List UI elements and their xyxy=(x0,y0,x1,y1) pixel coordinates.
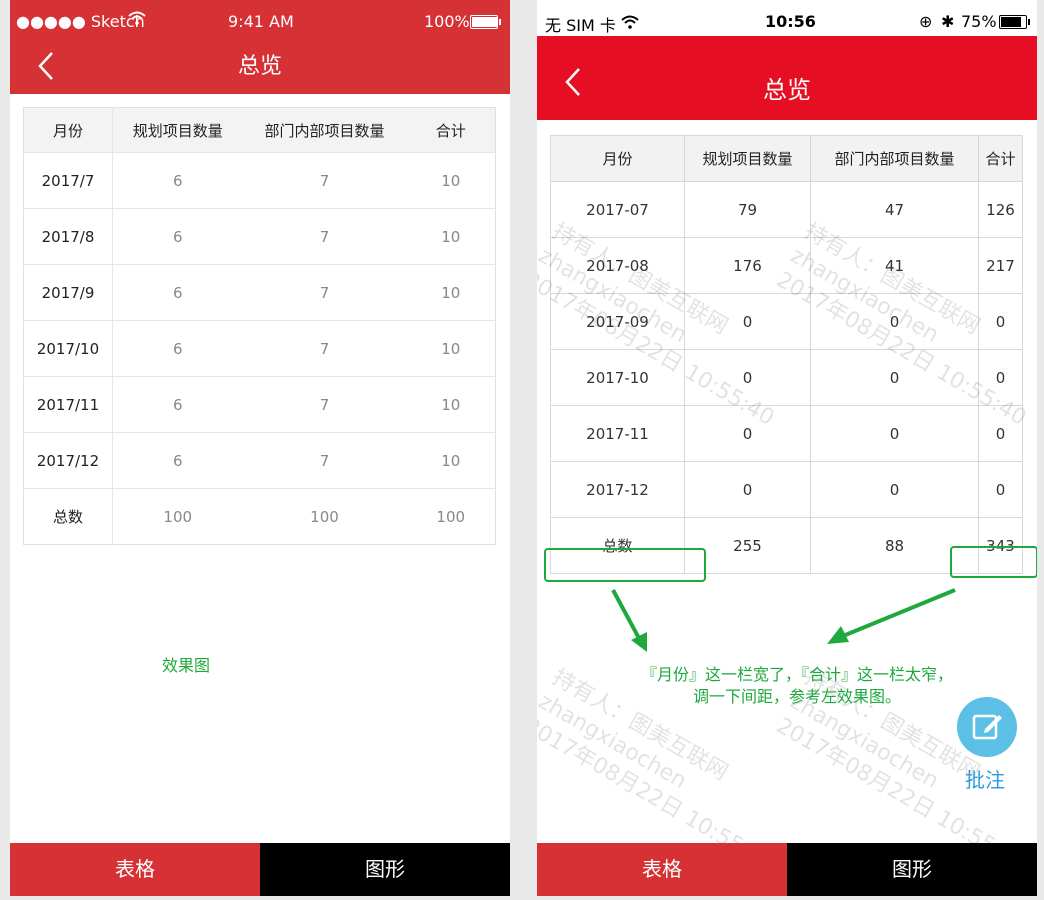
annotation-line: 调一下间距，参考左效果图。 xyxy=(692,687,901,706)
tab-table[interactable]: 表格 xyxy=(10,843,260,896)
annotation-note: 『月份』这一栏宽了，『合计』这一栏太窄， 调一下间距，参考左效果图。 xyxy=(587,664,1007,708)
left-status-bar: ●●●●● Sketch 9:41 AM 100% xyxy=(10,6,510,36)
right-time: 10:56 xyxy=(765,12,816,31)
total-column-highlight xyxy=(950,546,1037,578)
cell-planned: 6 xyxy=(112,320,243,377)
cell-internal: 7 xyxy=(242,152,407,209)
cell-month: 2017-12 xyxy=(550,461,685,518)
cell-total: 126 xyxy=(978,181,1023,238)
header-total: 合计 xyxy=(978,135,1023,182)
right-carrier: 无 SIM 卡 xyxy=(545,16,616,35)
cell-planned: 6 xyxy=(112,264,243,321)
battery-fill xyxy=(472,17,498,27)
tab-table[interactable]: 表格 xyxy=(537,843,787,896)
cell-total: 10 xyxy=(406,152,496,209)
cell-planned: 100 xyxy=(112,488,243,545)
left-carrier: ●●●●● Sketch xyxy=(16,12,145,31)
left-phone-screen: ●●●●● Sketch 9:41 AM 100% 总览 月份 规划项目数量 部… xyxy=(10,0,510,896)
tab-chart[interactable]: 图形 xyxy=(787,843,1037,896)
header-month: 月份 xyxy=(23,107,113,153)
cell-month: 总数 xyxy=(23,488,113,545)
cell-planned: 6 xyxy=(112,208,243,265)
table-header-row: 月份 规划项目数量 部门内部项目数量 合计 xyxy=(550,135,1023,182)
table-row: 2017/7 6 7 10 xyxy=(23,152,496,209)
header-month: 月份 xyxy=(550,135,685,182)
cell-total: 10 xyxy=(406,264,496,321)
cell-month: 2017/12 xyxy=(23,432,113,489)
annotate-label[interactable]: 批注 xyxy=(965,764,1005,793)
cell-internal: 7 xyxy=(242,320,407,377)
cell-month: 2017-11 xyxy=(550,405,685,462)
cell-total: 10 xyxy=(406,376,496,433)
cell-internal: 7 xyxy=(242,432,407,489)
cell-total: 0 xyxy=(978,461,1023,518)
effect-label: 效果图 xyxy=(162,656,211,675)
cell-total: 10 xyxy=(406,432,496,489)
cell-planned: 79 xyxy=(684,181,811,238)
cell-internal: 7 xyxy=(242,264,407,321)
cell-total: 217 xyxy=(978,237,1023,294)
cell-internal: 7 xyxy=(242,376,407,433)
cell-internal: 47 xyxy=(810,181,979,238)
header-internal: 部门内部项目数量 xyxy=(242,107,407,153)
table-row: 2017/10 6 7 10 xyxy=(23,320,496,377)
right-status-bar: 无 SIM 卡 10:56 ✱ ⊕ 75% xyxy=(537,0,1037,36)
table-header-row: 月份 规划项目数量 部门内部项目数量 合计 xyxy=(23,107,496,153)
arrow-icon xyxy=(611,588,956,652)
cell-total: 10 xyxy=(406,320,496,377)
cell-month: 2017/7 xyxy=(23,152,113,209)
cell-planned: 6 xyxy=(112,432,243,489)
table-row: 2017/12 6 7 10 xyxy=(23,432,496,489)
header-internal: 部门内部项目数量 xyxy=(810,135,979,182)
page-title: 总览 xyxy=(763,76,811,104)
cell-total: 100 xyxy=(406,488,496,545)
annotate-button[interactable] xyxy=(957,697,1017,757)
cell-planned: 6 xyxy=(112,152,243,209)
header-total: 合计 xyxy=(406,107,496,153)
cell-internal: 100 xyxy=(242,488,407,545)
right-battery-percent: 75% xyxy=(961,12,997,31)
header-planned: 规划项目数量 xyxy=(112,107,243,153)
cell-month: 2017/9 xyxy=(23,264,113,321)
cell-total: 10 xyxy=(406,208,496,265)
wifi-icon xyxy=(128,10,146,29)
table-row: 2017/11 6 7 10 xyxy=(23,376,496,433)
table-row: 2017-11 0 0 0 xyxy=(550,405,1023,462)
left-time: 9:41 AM xyxy=(228,12,294,31)
right-phone-screen: 无 SIM 卡 10:56 ✱ ⊕ 75% 总览 月份 规划项目数量 部门内部项… xyxy=(537,0,1037,896)
header-planned: 规划项目数量 xyxy=(684,135,811,182)
cell-internal: 0 xyxy=(810,461,979,518)
left-summary-table: 月份 规划项目数量 部门内部项目数量 合计 2017/7 6 7 10 2017/8 6… xyxy=(23,107,496,545)
table-total-row: 总数 100 100 100 xyxy=(23,488,496,545)
cell-internal: 0 xyxy=(810,405,979,462)
month-column-highlight xyxy=(544,548,706,582)
cell-month: 2017/11 xyxy=(23,376,113,433)
left-battery-percent: 100% xyxy=(424,12,470,31)
edit-icon xyxy=(972,714,1002,740)
wifi-icon xyxy=(621,14,639,33)
page-title: 总览 xyxy=(237,54,282,79)
battery-fill xyxy=(1001,17,1021,27)
cell-planned: 0 xyxy=(684,461,811,518)
annotation-line: 『月份』这一栏宽了，『合计』这一栏太窄， xyxy=(640,665,953,684)
battery-icon xyxy=(999,15,1030,29)
cell-internal: 7 xyxy=(242,208,407,265)
rotation-lock-icon: ⊕ xyxy=(919,12,933,31)
cell-month: 2017/10 xyxy=(23,320,113,377)
table-row: 2017-07 79 47 126 xyxy=(550,181,1023,238)
bluetooth-icon: ✱ xyxy=(941,12,955,31)
table-row: 2017/9 6 7 10 xyxy=(23,264,496,321)
tab-chart[interactable]: 图形 xyxy=(260,843,510,896)
cell-month: 2017/8 xyxy=(23,208,113,265)
table-row: 2017/8 6 7 10 xyxy=(23,208,496,265)
table-row: 2017-12 0 0 0 xyxy=(550,461,1023,518)
cell-planned: 6 xyxy=(112,376,243,433)
battery-icon xyxy=(470,15,501,29)
